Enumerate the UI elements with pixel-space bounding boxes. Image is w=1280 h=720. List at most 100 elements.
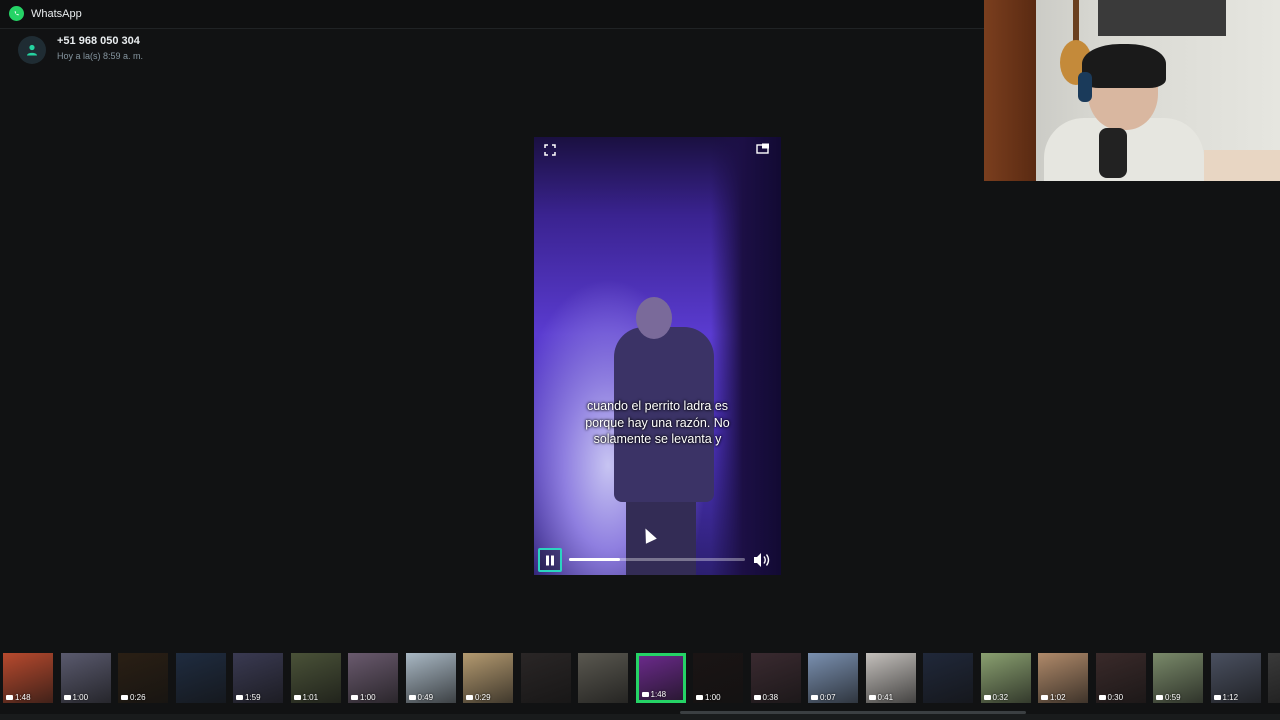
video-camera-icon xyxy=(121,695,128,701)
media-thumbnail[interactable]: 0:32 xyxy=(980,653,1031,703)
thumbnail-duration-text: 0:32 xyxy=(992,693,1009,702)
thumbnail-duration-text: 1:01 xyxy=(302,693,319,702)
media-thumbnail[interactable]: 1:48 xyxy=(635,653,686,703)
video-camera-icon xyxy=(1041,695,1048,701)
video-camera-icon xyxy=(811,695,818,701)
thumbnail-duration: 0:26 xyxy=(121,693,146,702)
media-thumbnail[interactable]: 0:07 xyxy=(808,653,858,703)
progress-track[interactable] xyxy=(569,558,745,561)
video-player[interactable]: cuando el perrito ladra es porque hay un… xyxy=(534,137,781,575)
user-icon xyxy=(27,44,37,56)
video-controls xyxy=(534,545,781,575)
video-camera-icon xyxy=(236,695,243,701)
webcam-microphone xyxy=(1099,128,1127,178)
thumbnail-duration-text: 0:49 xyxy=(417,693,434,702)
webcam-guitar-neck xyxy=(1073,0,1079,44)
media-thumbnail[interactable] xyxy=(520,653,571,703)
video-camera-icon xyxy=(868,695,876,701)
media-thumbnail[interactable] xyxy=(175,653,226,703)
thumbnail-duration-text: 1:48 xyxy=(650,690,667,699)
progress-fill xyxy=(569,558,621,561)
sender-name: +51 968 050 304 xyxy=(57,35,140,47)
video-camera-icon xyxy=(753,695,761,701)
subtitle-line: solamente se levanta y xyxy=(593,432,722,446)
video-camera-icon xyxy=(1213,695,1221,701)
thumbnail-duration: 1:01 xyxy=(293,693,319,702)
thumbnail-duration: 0:49 xyxy=(408,693,434,702)
media-thumbnail[interactable] xyxy=(923,653,973,703)
media-thumbnail[interactable]: 1:01 xyxy=(290,653,341,703)
thumbnail-duration: 0:30 xyxy=(1098,693,1124,702)
thumbnail-duration-text: 0:07 xyxy=(820,693,836,702)
video-camera-icon xyxy=(983,695,991,701)
thumbnail-duration: 1:02 xyxy=(1041,693,1066,702)
thumbnail-duration-text: 0:29 xyxy=(475,693,491,702)
video-camera-icon xyxy=(63,695,71,701)
video-camera-icon xyxy=(1156,695,1163,701)
thumbnail-duration: 1:59 xyxy=(236,693,261,702)
video-camera-icon xyxy=(466,695,473,701)
video-subtitle: cuando el perrito ladra es porque hay un… xyxy=(534,398,781,448)
webcam-headset xyxy=(1078,72,1092,102)
video-camera-icon xyxy=(641,692,649,698)
thumbnail-duration: 0:38 xyxy=(753,693,779,702)
avatar[interactable] xyxy=(18,36,46,64)
picture-in-picture-icon[interactable] xyxy=(756,143,770,157)
whatsapp-logo-icon xyxy=(9,6,24,21)
media-thumbnail[interactable]: 1:48 xyxy=(3,653,53,703)
video-frame-figure-head xyxy=(636,297,672,339)
media-thumbnail[interactable]: 0:59 xyxy=(1153,653,1203,703)
video-camera-icon xyxy=(1098,695,1106,701)
media-thumbnail[interactable]: 1:00 xyxy=(348,653,398,703)
thumbnail-duration-text: 1:00 xyxy=(72,693,89,702)
thumbnail-duration-text: 1:12 xyxy=(1222,693,1239,702)
volume-icon[interactable] xyxy=(752,551,774,569)
message-timestamp: Hoy a la(s) 8:59 a. m. xyxy=(57,51,144,61)
media-thumbnail[interactable]: 0:41 xyxy=(865,653,916,703)
webcam-tv xyxy=(1098,0,1226,36)
thumbnail-duration: 1:00 xyxy=(63,693,89,702)
video-camera-icon xyxy=(696,695,703,701)
thumbnail-duration: 1:00 xyxy=(351,693,376,702)
media-thumbnail[interactable]: 1:02 xyxy=(1038,653,1088,703)
thumbnail-duration: 1:48 xyxy=(641,690,667,699)
thumbnail-duration-text: 1:02 xyxy=(1050,693,1066,702)
pause-button[interactable] xyxy=(538,548,562,572)
webcam-door xyxy=(984,0,1036,181)
thumbnail-duration: 1:48 xyxy=(6,693,31,702)
media-thumbnail[interactable] xyxy=(1268,653,1280,703)
thumbnail-duration-text: 1:59 xyxy=(245,693,261,702)
media-thumbnail[interactable]: 1:00 xyxy=(60,653,111,703)
thumbnail-duration-text: 0:38 xyxy=(762,693,779,702)
media-filmstrip: 1:48 1:00 0:26 1:59 1:01 1:00 0:49 0:29 1:48 1:00… xyxy=(0,653,1280,703)
thumbnail-duration-text: 0:30 xyxy=(1107,693,1124,702)
thumbnail-duration: 0:59 xyxy=(1156,693,1181,702)
thumbnail-duration-text: 1:00 xyxy=(705,693,721,702)
thumbnail-duration: 0:41 xyxy=(868,693,893,702)
media-thumbnail[interactable]: 1:12 xyxy=(1210,653,1261,703)
media-thumbnail[interactable]: 0:38 xyxy=(750,653,801,703)
pause-icon xyxy=(546,555,554,565)
video-camera-icon xyxy=(351,695,358,701)
media-thumbnail[interactable] xyxy=(578,653,628,703)
media-thumbnail[interactable]: 0:29 xyxy=(463,653,513,703)
thumbnail-duration-text: 0:59 xyxy=(1165,693,1181,702)
media-thumbnail[interactable]: 1:00 xyxy=(693,653,743,703)
bottom-bar xyxy=(0,714,1280,720)
video-frame-curtain xyxy=(711,137,781,575)
webcam-desk xyxy=(1204,150,1280,181)
thumbnail-duration-text: 0:26 xyxy=(130,693,146,702)
thumbnail-duration: 1:00 xyxy=(696,693,721,702)
thumbnail-duration: 0:29 xyxy=(466,693,491,702)
video-camera-icon xyxy=(293,695,301,701)
webcam-person-hair xyxy=(1082,44,1166,88)
media-thumbnail[interactable]: 0:49 xyxy=(405,653,456,703)
media-thumbnail[interactable]: 0:30 xyxy=(1095,653,1146,703)
webcam-overlay xyxy=(984,0,1280,181)
media-thumbnail[interactable]: 0:26 xyxy=(118,653,168,703)
thumbnail-duration: 0:07 xyxy=(811,693,836,702)
video-camera-icon xyxy=(408,695,416,701)
expand-icon[interactable] xyxy=(543,144,557,158)
media-thumbnail[interactable]: 1:59 xyxy=(233,653,283,703)
thumbnail-duration-text: 1:48 xyxy=(15,693,31,702)
